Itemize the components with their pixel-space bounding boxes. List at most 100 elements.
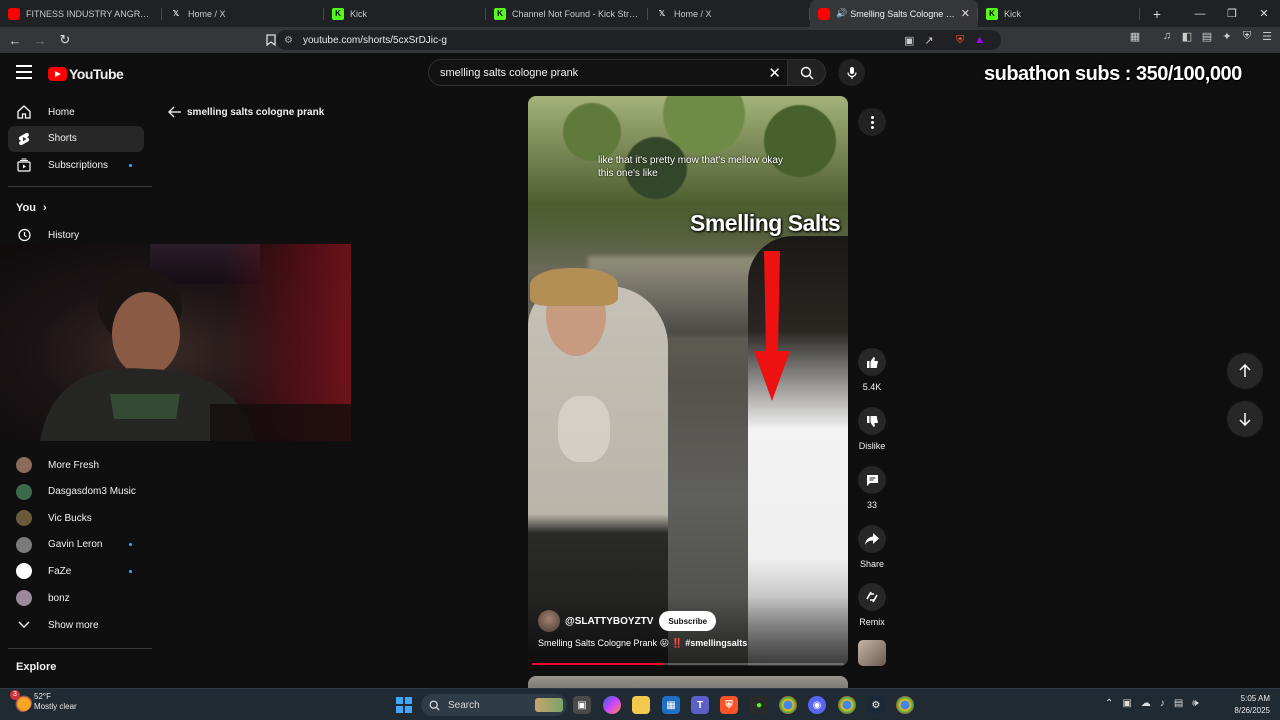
youtube-logo[interactable]: YouTube — [48, 66, 124, 82]
previous-short-button[interactable] — [1227, 353, 1263, 389]
history-icon — [16, 227, 32, 243]
next-short-button[interactable] — [1227, 401, 1263, 437]
search-input[interactable]: smelling salts cologne prank ✕ — [428, 59, 788, 86]
channel-name[interactable]: @SLATTYBOYZTV — [565, 616, 653, 627]
onedrive-icon[interactable]: ☁ — [1141, 698, 1151, 709]
voice-search-button[interactable] — [838, 59, 865, 86]
chrome-profile-icon[interactable] — [838, 696, 856, 714]
sidebar-item-home[interactable]: Home — [8, 99, 144, 125]
tray-chevron-icon[interactable]: ⌃ — [1105, 698, 1113, 709]
vpn-icon[interactable]: ⛨ — [1240, 30, 1254, 43]
sidebar-item-vic-bucks[interactable]: Vic Bucks — [8, 505, 144, 531]
volume-icon[interactable]: 🕪 — [1192, 698, 1198, 709]
weather-widget[interactable]: 3 52°F Mostly clear — [10, 690, 77, 712]
address-bar[interactable]: ⚙ youtube.com/shorts/5cxSrDJic-g ▣ ↗ ⛨ ▲ — [276, 30, 1001, 50]
chrome-alt-icon[interactable] — [896, 696, 914, 714]
task-view-icon[interactable]: ▣ — [573, 696, 591, 714]
dislike-button[interactable] — [858, 407, 886, 435]
browser-tab[interactable]: 𝕏 Home / X — [162, 0, 324, 27]
file-explorer-icon[interactable] — [632, 696, 650, 714]
search-query-back-link[interactable]: smelling salts cologne prank — [168, 106, 324, 118]
teams-icon[interactable]: T — [691, 696, 709, 714]
discord-icon[interactable]: ◉ — [808, 696, 826, 714]
weather-icon: 3 — [10, 690, 32, 712]
browser-tab[interactable]: K Channel Not Found - Kick Streaming — [486, 0, 648, 27]
tray-app-icon[interactable]: ▣ — [1122, 698, 1131, 709]
like-button[interactable] — [858, 348, 886, 376]
short-title[interactable]: Smelling Salts Cologne Prank 😝 ‼️ #smell… — [538, 638, 747, 649]
sidebar-item-subscriptions[interactable]: Subscriptions — [8, 152, 144, 178]
restore-icon[interactable]: ❐ — [1216, 0, 1248, 27]
sidebar-divider — [8, 186, 152, 187]
sidebar-item-label: Subscriptions — [48, 159, 109, 171]
search-query-label: smelling salts cologne prank — [187, 106, 325, 118]
browser-tab[interactable]: K Kick — [324, 0, 486, 27]
media-controls-icon[interactable]: ♫ — [1160, 30, 1174, 43]
obs-app-icon[interactable]: ● — [750, 696, 768, 714]
channel-avatar — [16, 483, 32, 500]
forward-icon[interactable]: → — [30, 30, 50, 50]
sidebar-item-gavin-leron[interactable]: Gavin Leron — [8, 532, 144, 558]
shorts-video-player[interactable]: like that it's pretty mow that's mellow … — [528, 96, 848, 666]
brave-rewards-icon[interactable]: ▲ — [974, 34, 985, 46]
channel-row: @SLATTYBOYZTV Subscribe — [538, 610, 717, 632]
subathon-overlay: subathon subs : 350/100,000 — [984, 63, 1242, 85]
sidebar-item-label: bonz — [48, 592, 70, 604]
remix-button[interactable] — [858, 583, 886, 611]
browser-tab[interactable]: 🔊Smelling Salts Cologne Prank ✕ — [810, 0, 978, 27]
sidebar-item-shorts[interactable]: Shorts — [8, 125, 144, 152]
sound-thumbnail[interactable] — [858, 640, 886, 666]
steam-icon[interactable]: ⚙ — [867, 696, 885, 714]
tab-strip: FITNESS INDUSTRY ANGRY RANT +𝕏Home / XKK… — [0, 0, 1280, 27]
sidebar-item-more-fresh[interactable]: More Fresh — [8, 452, 144, 478]
remix-label: Remix — [859, 617, 885, 627]
site-info-icon[interactable]: ⚙ — [284, 35, 293, 46]
tab-audio-icon[interactable]: 🔊 — [836, 8, 847, 19]
sidebar-toggle-icon[interactable]: ▦ — [1128, 30, 1142, 43]
share-button[interactable] — [858, 525, 886, 553]
back-icon[interactable]: ← — [5, 30, 25, 50]
microphone-icon — [846, 66, 857, 79]
more-options-button[interactable] — [858, 108, 886, 136]
clock[interactable]: 5:05 AM 8/26/2025 — [1224, 693, 1270, 717]
subscribe-button[interactable]: Subscribe — [659, 611, 717, 631]
video-progress-bar[interactable] — [532, 663, 844, 665]
comments-button[interactable] — [858, 466, 886, 494]
browser-tab[interactable]: FITNESS INDUSTRY ANGRY RANT + — [0, 0, 162, 27]
tab-close-icon[interactable]: ✕ — [961, 7, 970, 20]
youtube-wordmark: YouTube — [69, 66, 124, 82]
guide-menu-icon[interactable] — [16, 65, 32, 79]
browser-tab[interactable]: K Kick — [978, 0, 1140, 27]
wallet-icon[interactable]: ▤ — [1200, 30, 1214, 43]
chrome-icon[interactable] — [779, 696, 797, 714]
brave-shields-icon[interactable]: ⛨ — [956, 34, 964, 47]
sidebar-item-bonz[interactable]: bonz — [8, 585, 144, 611]
clear-search-icon[interactable]: ✕ — [768, 64, 781, 82]
start-button[interactable] — [396, 697, 412, 713]
leo-ai-icon[interactable]: ✦ — [1220, 30, 1234, 43]
close-window-icon[interactable]: ✕ — [1248, 0, 1280, 27]
show-more-button[interactable]: Show more — [8, 612, 144, 638]
taskbar-search[interactable]: Search — [421, 694, 567, 716]
minimize-icon[interactable]: — — [1184, 0, 1216, 27]
display-icon[interactable]: ▤ — [1174, 698, 1183, 709]
channel-avatar[interactable] — [538, 610, 560, 632]
browser-tab[interactable]: 𝕏 Home / X — [648, 0, 810, 27]
hashtag-link[interactable]: #smellingsalts — [685, 638, 747, 648]
reload-icon[interactable]: ↻ — [55, 30, 75, 50]
search-button[interactable] — [788, 59, 826, 86]
brave-browser-icon[interactable]: ⛨ — [720, 696, 738, 714]
reading-list-icon[interactable]: ◧ — [1180, 30, 1194, 43]
sidebar-item-faze[interactable]: FaZe — [8, 558, 144, 584]
install-app-icon[interactable]: ▣ — [904, 34, 914, 47]
new-tab-icon[interactable]: + — [1144, 0, 1170, 27]
sidebar-item-dasgasdom3-music[interactable]: Dasgasdom3 Music — [8, 479, 144, 505]
remix-action: Remix — [853, 583, 891, 627]
you-heading: You — [16, 202, 36, 214]
copilot-icon[interactable] — [603, 696, 621, 714]
store-icon[interactable]: ▦ — [662, 696, 680, 714]
mic-tray-icon[interactable]: ♪ — [1160, 698, 1165, 709]
share-page-icon[interactable]: ↗ — [924, 34, 933, 47]
you-section-link[interactable]: You › — [16, 202, 47, 214]
menu-icon[interactable]: ☰ — [1260, 30, 1274, 43]
